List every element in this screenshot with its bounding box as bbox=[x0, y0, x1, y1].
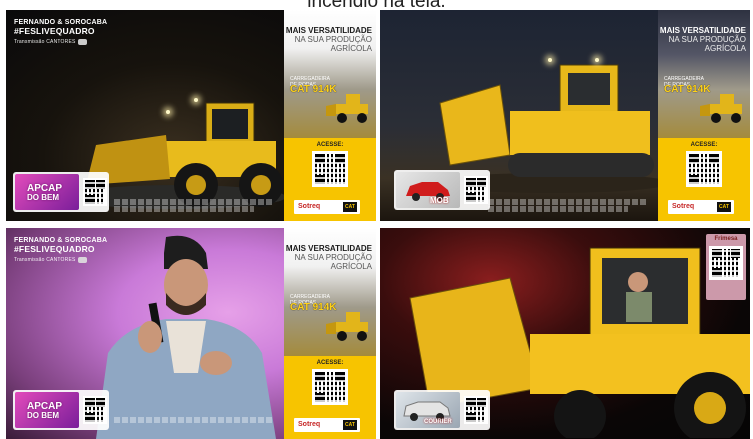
screenshot-panel-2: MOB MAIS VERSATILIDADE NA SUA PRODUÇÃO AG… bbox=[380, 10, 750, 221]
promo-qr-code bbox=[464, 396, 488, 424]
cat-logo: CAT bbox=[343, 420, 357, 430]
promo-banner: APCAP DO BEM bbox=[13, 390, 109, 430]
access-label: ACESSE: bbox=[316, 142, 344, 148]
sidebar-qr-code[interactable] bbox=[312, 369, 348, 405]
promo-qr-code bbox=[464, 176, 488, 204]
youtube-icon bbox=[77, 256, 87, 263]
fine-print bbox=[114, 199, 274, 205]
promo-text: APCAP DO BEM bbox=[27, 401, 63, 421]
promo-banner: MOB bbox=[394, 170, 490, 210]
brand-overlay: FERNANDO & SOROCABA #FESLIVEQUADRO Trans… bbox=[14, 18, 107, 47]
promo-text: COURIER bbox=[424, 419, 452, 425]
screenshot-panel-1: FERNANDO & SOROCABA #FESLIVEQUADRO Trans… bbox=[6, 10, 376, 221]
fine-print bbox=[114, 206, 254, 212]
sidebar-qr-code[interactable] bbox=[686, 151, 722, 187]
brand-live-text: Transmissão CANTORES bbox=[14, 39, 76, 45]
cat-logo: CAT bbox=[717, 202, 731, 212]
promo-qr-code bbox=[83, 396, 107, 424]
sponsor-qr-code[interactable] bbox=[709, 246, 743, 280]
access-label: ACESSE: bbox=[316, 360, 344, 366]
mini-loader-icon bbox=[326, 312, 368, 341]
mini-loader-icon bbox=[700, 94, 742, 123]
fine-print bbox=[488, 199, 648, 205]
dealer-logo: Sotreq bbox=[298, 421, 321, 428]
dealer-logo: Sotreq bbox=[298, 203, 321, 210]
promo-text: MOB bbox=[430, 196, 449, 205]
sidebar-qr-code[interactable] bbox=[312, 151, 348, 187]
sponsor-badge: Frimesa bbox=[706, 234, 746, 300]
sponsor-name: Frimesa bbox=[714, 236, 738, 242]
brand-hashtag: #FESLIVEQUADRO bbox=[14, 244, 95, 254]
dealer-logo: Sotreq bbox=[672, 203, 695, 210]
promo-qr-code bbox=[83, 178, 107, 206]
access-label: ACESSE: bbox=[690, 142, 718, 148]
screenshot-panel-3: FERNANDO & SOROCABA #FESLIVEQUADRO Trans… bbox=[6, 228, 376, 439]
fine-print bbox=[114, 417, 274, 423]
ad-headline: MAIS VERSATILIDADE NA SUA PRODUÇÃO AGRÍCO… bbox=[285, 244, 372, 271]
brand-overlay: FERNANDO & SOROCABA #FESLIVEQUADRO Trans… bbox=[14, 236, 107, 265]
mini-loader-icon bbox=[326, 94, 368, 123]
promo-banner: APCAP DO BEM bbox=[13, 172, 109, 212]
promo-banner: COURIER bbox=[394, 390, 490, 430]
fine-print bbox=[488, 206, 628, 212]
sidebar-ad: MAIS VERSATILIDADE NA SUA PRODUÇÃO AGRÍCO… bbox=[284, 228, 376, 439]
screenshot-panel-4: COURIER Frimesa bbox=[380, 228, 750, 439]
dealer-bar: Sotreq CAT bbox=[294, 200, 360, 214]
ad-headline: MAIS VERSATILIDADE NA SUA PRODUÇÃO AGRÍCO… bbox=[659, 26, 746, 53]
sidebar-ad: MAIS VERSATILIDADE NA SUA PRODUÇÃO AGRÍCO… bbox=[658, 10, 750, 221]
cat-logo: CAT bbox=[343, 202, 357, 212]
promo-text: APCAP DO BEM bbox=[27, 183, 63, 203]
dealer-bar: Sotreq CAT bbox=[294, 418, 360, 432]
sidebar-ad: MAIS VERSATILIDADE NA SUA PRODUÇÃO AGRÍCO… bbox=[284, 10, 376, 221]
youtube-icon bbox=[77, 38, 87, 45]
ad-headline: MAIS VERSATILIDADE NA SUA PRODUÇÃO AGRÍCO… bbox=[285, 26, 372, 53]
brand-hashtag: #FESLIVEQUADRO bbox=[14, 26, 95, 36]
dealer-bar: Sotreq CAT bbox=[668, 200, 734, 214]
brand-live-text: Transmissão CANTORES bbox=[14, 257, 76, 263]
